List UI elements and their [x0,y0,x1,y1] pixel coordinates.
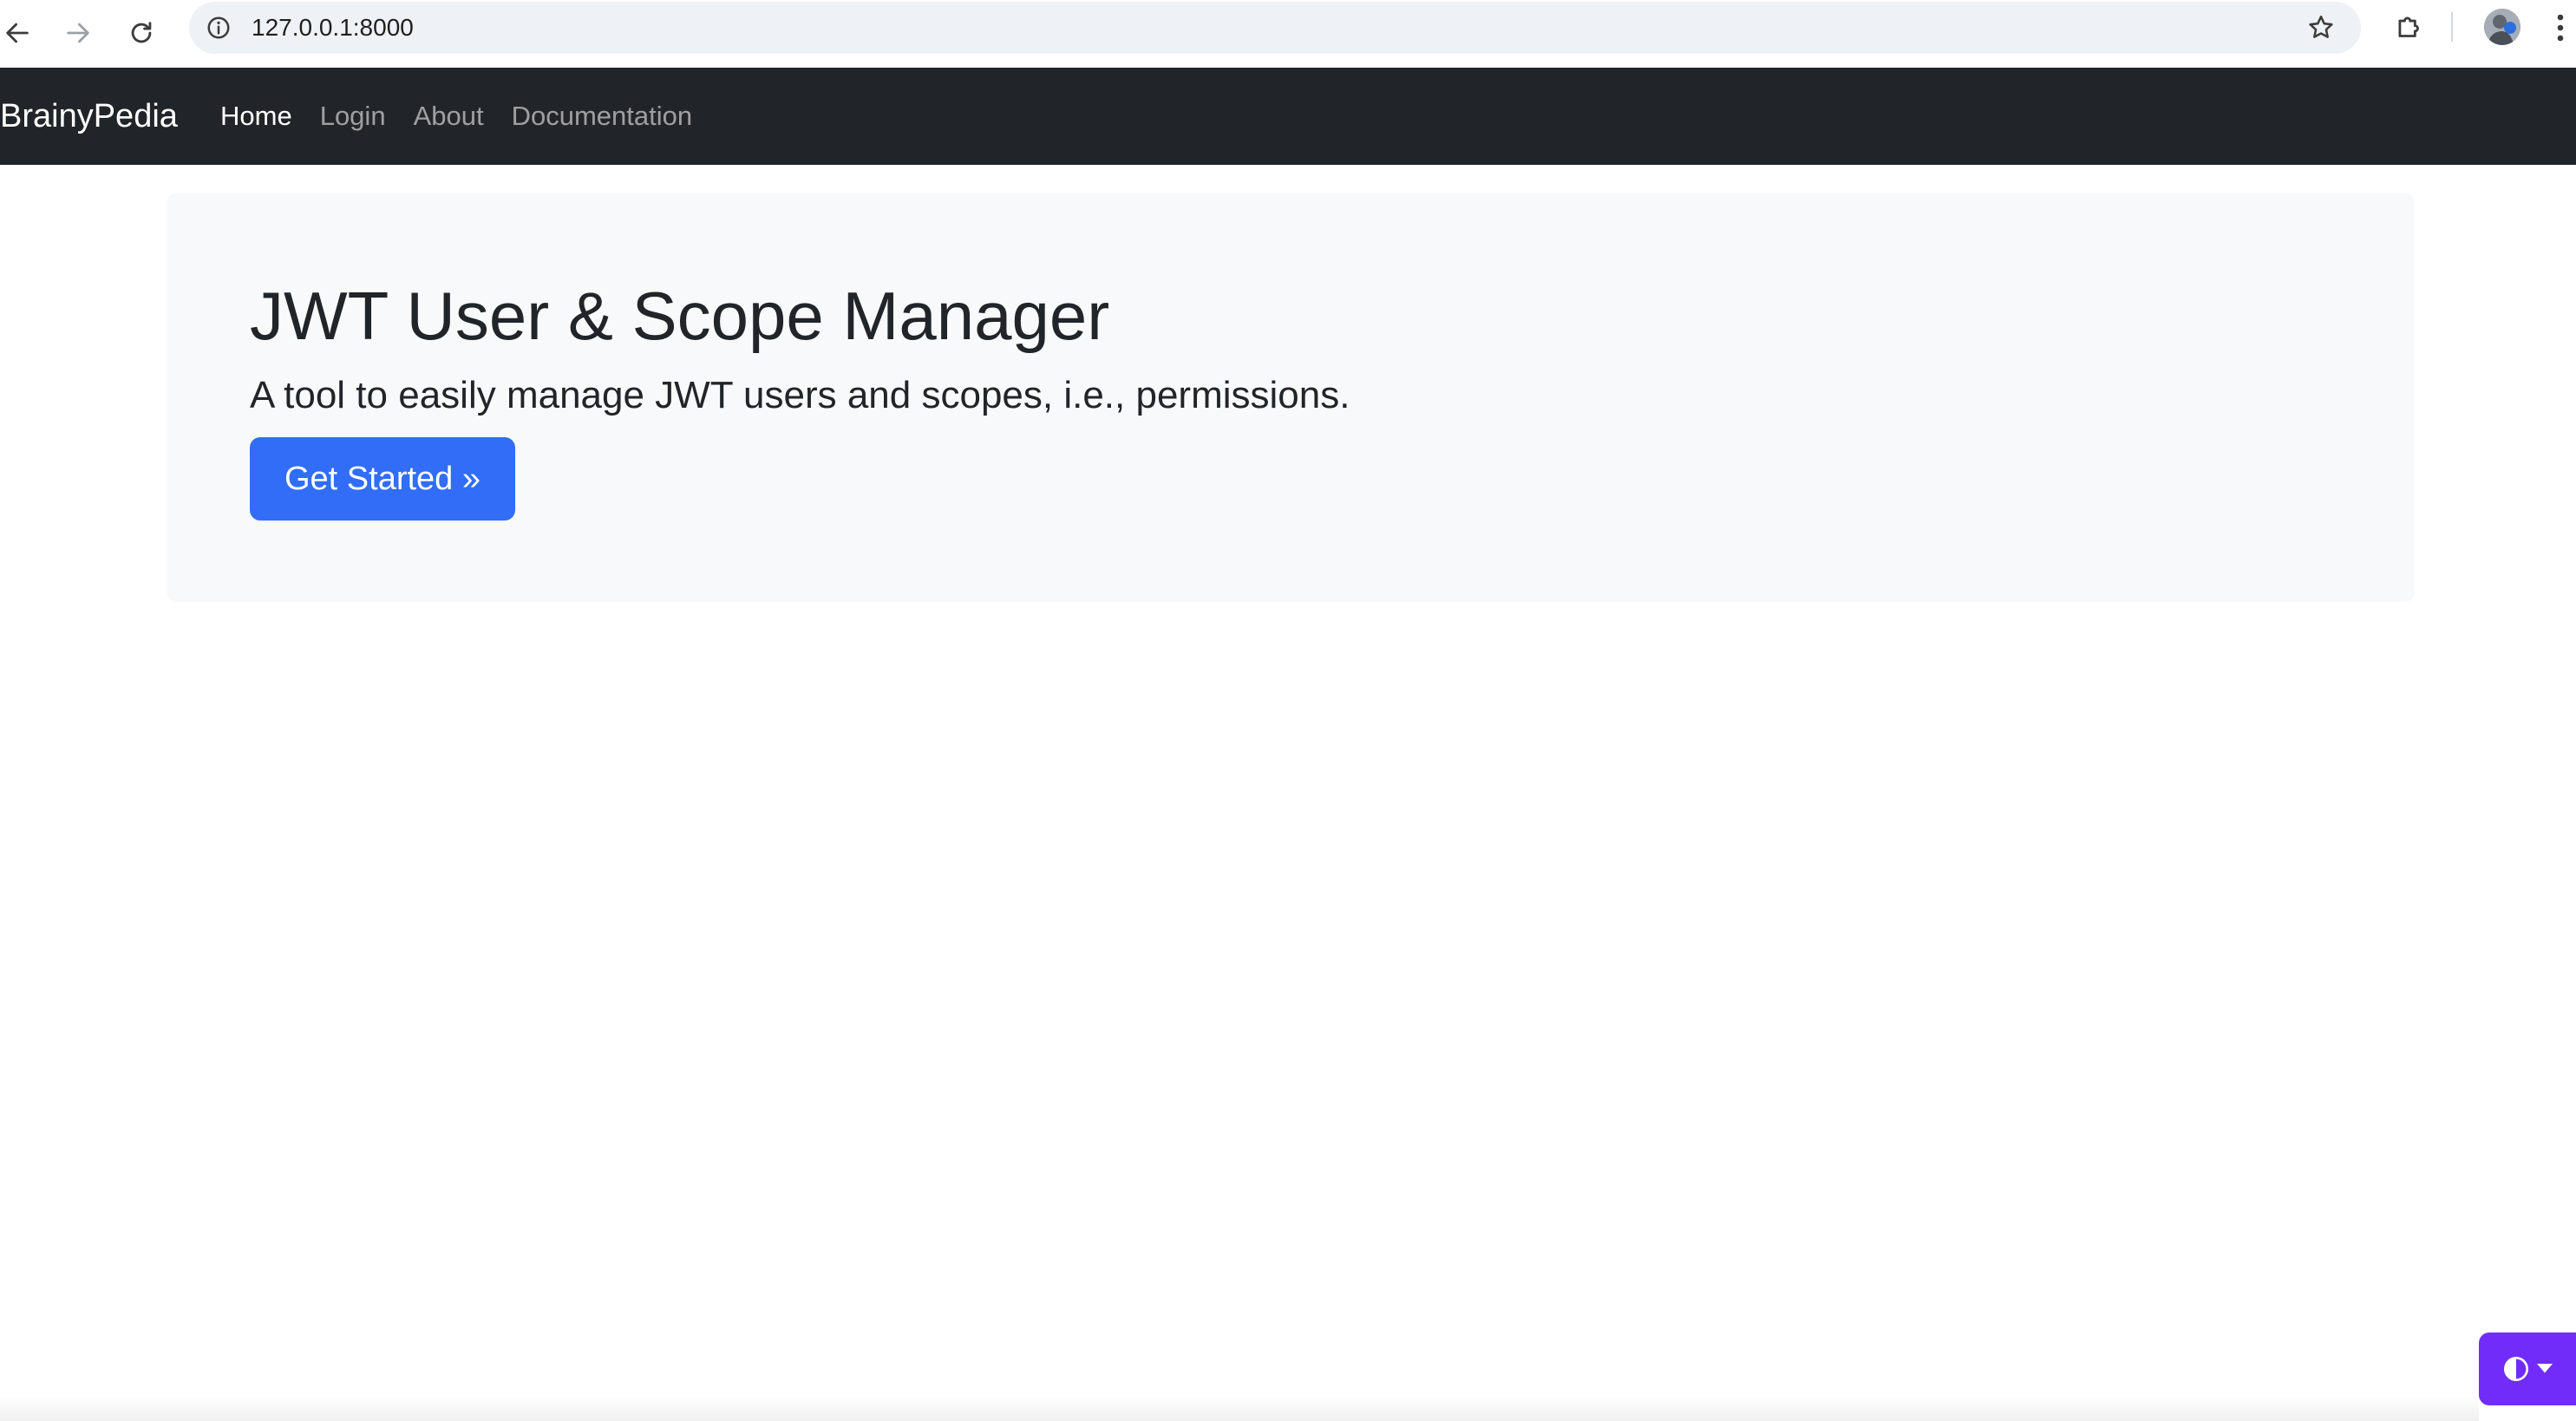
browser-menu-button[interactable] [2545,5,2576,50]
get-started-button[interactable]: Get Started » [250,437,515,521]
caret-down-icon [2537,1364,2553,1373]
profile-avatar[interactable] [2484,9,2520,45]
arrow-left-icon [6,23,29,43]
address-bar[interactable]: 127.0.0.1:8000 [189,2,2361,54]
hero-section: JWT User & Scope Manager A tool to easil… [167,193,2415,602]
hero-title: JWT User & Scope Manager [250,278,1110,354]
star-icon [2309,15,2333,38]
forward-button[interactable] [50,5,106,61]
nav-link-about[interactable]: About [414,101,484,132]
circle-half-icon [2504,1357,2528,1381]
reload-icon [131,22,152,43]
nav-link-login[interactable]: Login [320,101,386,132]
avatar-image-icon [2484,9,2520,45]
theme-toggle-button[interactable] [2479,1333,2576,1405]
site-info-button[interactable] [201,10,236,45]
navbar-brand[interactable]: BrainyPedia [0,68,178,165]
nav-links: Home Login About Documentation [220,68,692,165]
reload-button[interactable] [114,5,169,61]
kebab-menu-icon [2557,14,2564,42]
site-navbar: BrainyPedia Home Login About Documentati… [0,68,2576,165]
url-text[interactable]: 127.0.0.1:8000 [252,12,414,43]
bookmark-button[interactable] [2302,9,2340,47]
nav-link-home[interactable]: Home [220,101,292,132]
browser-toolbar: 127.0.0.1:8000 [0,0,2576,68]
bottom-shade [0,1395,2479,1421]
extensions-button[interactable] [2387,5,2432,50]
info-circle-icon [207,16,230,39]
nav-link-documentation[interactable]: Documentation [512,101,693,132]
arrow-right-icon [67,23,89,43]
puzzle-icon [2398,16,2419,37]
hero-subtitle: A tool to easily manage JWT users and sc… [250,374,1350,416]
back-button[interactable] [0,5,45,61]
toolbar-divider [2451,12,2453,42]
